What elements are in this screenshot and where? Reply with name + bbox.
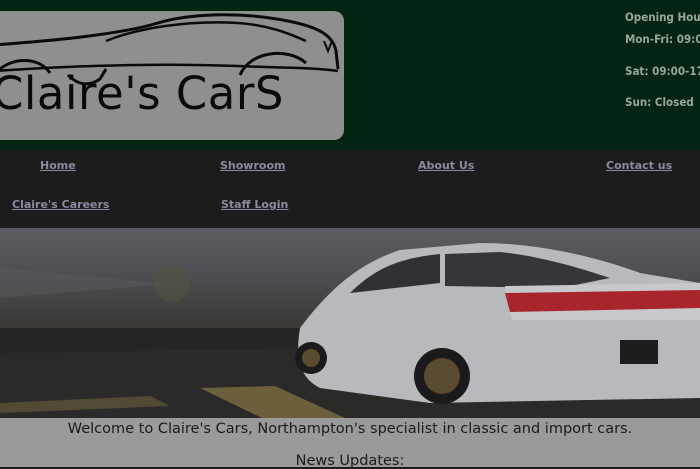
nav-staff-login-link[interactable]: Staff Login — [221, 198, 288, 211]
logo-text: Claire's CarS — [0, 67, 284, 120]
nav-showroom-link[interactable]: Showroom — [220, 159, 285, 172]
logo[interactable]: Claire's CarS — [0, 11, 344, 140]
main-nav: Home Showroom About Us Contact us Claire… — [0, 150, 700, 228]
nav-about-link[interactable]: About Us — [418, 159, 474, 172]
hours-sunday: Sun: Closed — [625, 95, 694, 109]
main-content: Welcome to Claire's Cars, Northampton's … — [0, 418, 700, 469]
site-header: Claire's CarS Opening Hou Mon-Fri: 09:00… — [0, 0, 700, 150]
welcome-message: Welcome to Claire's Cars, Northampton's … — [67, 421, 633, 437]
nav-contact-link[interactable]: Contact us — [606, 159, 672, 172]
hours-saturday: Sat: 09:00-17:0 — [625, 64, 700, 78]
opening-hours-title: Opening Hou — [625, 10, 700, 24]
hours-weekday: Mon-Fri: 09:00 — [625, 32, 700, 46]
hero-car-photo — [0, 243, 700, 418]
nav-careers-link[interactable]: Claire's Careers — [12, 198, 109, 211]
nav-home-link[interactable]: Home — [40, 159, 76, 172]
hero-image — [0, 228, 700, 418]
